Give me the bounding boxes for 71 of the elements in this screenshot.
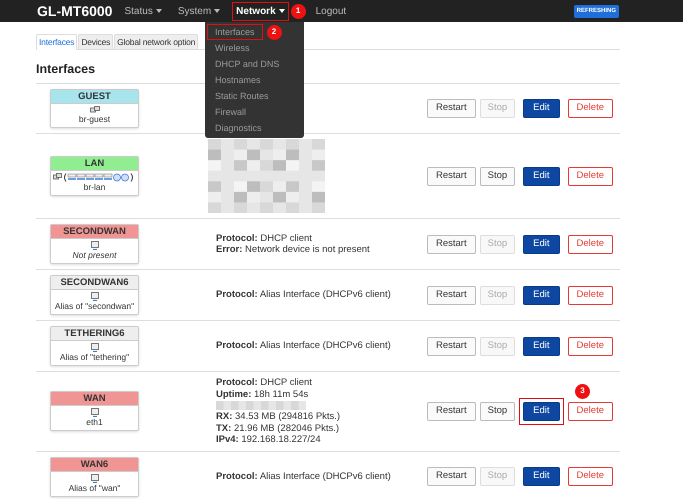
interface-detail: Error: Network device is not present [216, 244, 371, 256]
stop-button[interactable]: Stop [480, 402, 516, 421]
dropdown-menu-item[interactable]: Interfaces [207, 24, 263, 40]
nav-menu-item[interactable]: Network [232, 2, 289, 20]
device-label: Alias of "tethering" [58, 352, 130, 364]
callout-number: 3 [575, 384, 590, 399]
network-port-icon [90, 408, 98, 418]
network-port-icon [90, 292, 98, 301]
interface-detail: Protocol: Alias Interface (DHCPv6 client) [216, 470, 392, 482]
interface-name: LAN [51, 157, 138, 171]
interface-name: SECONDWAN [51, 225, 138, 239]
interface-detail: RX: 34.53 MB (294816 Pkts.) [216, 411, 342, 422]
restart-button[interactable]: Restart [426, 99, 476, 118]
edit-button[interactable]: Edit [523, 99, 560, 118]
delete-button[interactable]: Delete [568, 402, 613, 421]
tab[interactable]: Global network option [114, 34, 198, 49]
device-label: Alias of "wan" [68, 482, 122, 494]
interface-detail: TX: 21.96 MB (282046 Pkts.) [216, 422, 340, 434]
delete-button[interactable]: Delete [568, 336, 613, 356]
interface-name: TETHERING6 [51, 327, 138, 341]
network-bridge-icon [90, 106, 100, 114]
network-port-icon [90, 343, 98, 352]
restart-button[interactable]: Restart [426, 166, 476, 186]
dropdown-menu-item[interactable]: Static Routes [207, 88, 277, 104]
network-port-icon [90, 241, 98, 250]
interface-name: WAN [51, 392, 138, 406]
edit-button[interactable]: Edit [523, 166, 560, 186]
interface-detail: Protocol: Alias Interface (DHCPv6 client) [216, 340, 392, 352]
delete-button[interactable]: Delete [568, 99, 613, 118]
callout-number: 2 [266, 24, 282, 40]
dropdown-menu-item[interactable]: Diagnostics [207, 120, 270, 136]
delete-button[interactable]: Delete [568, 467, 613, 486]
interface-detail: Protocol: DHCP client [216, 377, 313, 388]
edit-button[interactable]: Edit [523, 336, 560, 356]
restart-button[interactable]: Restart [426, 286, 476, 304]
nav-menu-item[interactable]: Logout [312, 2, 350, 20]
tab[interactable]: Interfaces [36, 34, 78, 50]
interface-detail: Protocol: DHCP client [216, 232, 313, 244]
dropdown-menu-item[interactable]: Hostnames [207, 72, 269, 88]
restart-button[interactable]: Restart [426, 467, 476, 486]
interface-name: WAN6 [51, 458, 138, 472]
dropdown-menu-item[interactable]: DHCP and DNS [207, 56, 288, 72]
device-label: eth1 [85, 417, 104, 430]
edit-button[interactable]: Edit [523, 234, 560, 254]
dropdown-menu-item[interactable]: Wireless [207, 40, 258, 56]
restart-button[interactable]: Restart [426, 336, 476, 356]
delete-button[interactable]: Delete [568, 166, 613, 186]
interface-detail: Uptime: 18h 11m 54s [216, 388, 310, 400]
callout-number: 1 [290, 4, 306, 18]
delete-button[interactable]: Delete [568, 234, 613, 254]
nav-menu-item[interactable]: Status [120, 2, 166, 20]
network-port-icon [90, 474, 98, 482]
restart-button[interactable]: Restart [426, 402, 476, 421]
tab[interactable]: Devices [78, 34, 114, 49]
device-label: Not present [72, 250, 118, 262]
dropdown-menu-item[interactable]: Firewall [207, 104, 254, 120]
nav-menu-item[interactable]: System [174, 2, 224, 20]
interface-detail: Protocol: Alias Interface (DHCPv6 client) [216, 289, 392, 301]
stop-button[interactable]: Stop [480, 166, 516, 186]
device-label: Alias of "secondwan" [54, 301, 136, 313]
restart-button[interactable]: Restart [426, 234, 476, 254]
edit-button[interactable]: Edit [523, 467, 560, 486]
device-label: br-guest [78, 114, 112, 126]
edit-button[interactable]: Edit [523, 286, 560, 304]
delete-button[interactable]: Delete [568, 286, 613, 304]
interface-detail: IPv4: 192.168.18.227/24 [216, 434, 322, 446]
interface-name: SECONDWAN6 [51, 276, 138, 290]
device-label: br-lan [82, 182, 106, 194]
edit-button[interactable]: Edit [523, 402, 560, 421]
brand-title[interactable]: GL-MT6000 [37, 0, 112, 22]
interface-name: GUEST [51, 90, 138, 104]
